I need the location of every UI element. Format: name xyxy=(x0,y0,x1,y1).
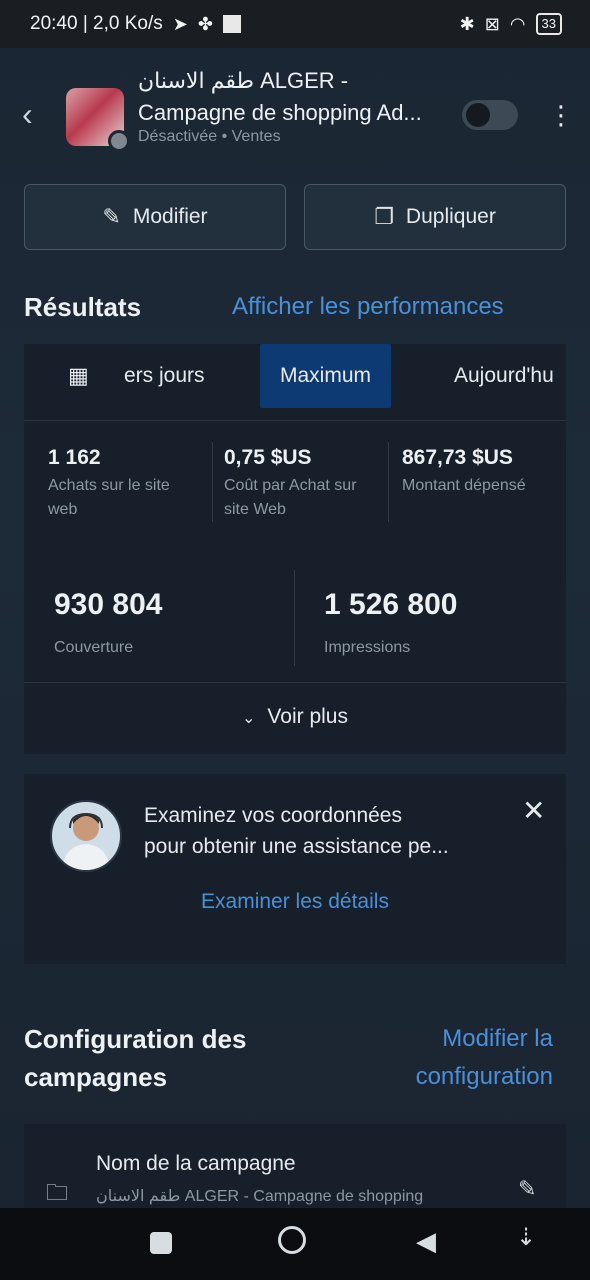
tab-today[interactable]: Aujourd'hu xyxy=(454,344,554,408)
campaign-name-row[interactable]: 🗀 Nom de la campagne طقم الاسنان ALGER -… xyxy=(24,1124,566,1214)
campaign-title-line1: طقم الاسنان ALGER - xyxy=(138,68,349,93)
back-nav-icon[interactable]: ◀ xyxy=(416,1228,436,1254)
results-card: ▦ ers jours Maximum Aujourd'hu 1 162 Ach… xyxy=(24,344,566,754)
duplicate-button[interactable]: ❐ Dupliquer xyxy=(304,184,566,250)
support-agent-avatar xyxy=(50,800,122,872)
pencil-icon[interactable]: ✎ xyxy=(518,1176,536,1202)
home-icon[interactable] xyxy=(278,1226,306,1254)
support-agent-icon xyxy=(62,812,110,870)
recent-apps-icon[interactable] xyxy=(150,1232,172,1254)
edit-button-label: Modifier xyxy=(132,205,208,228)
calendar-icon[interactable]: ▦ xyxy=(68,344,89,408)
campaign-toggle[interactable] xyxy=(462,100,518,130)
battery-icon: 33 xyxy=(535,13,562,35)
telegram-icon: ➤ xyxy=(172,14,188,34)
edit-button[interactable]: ✎ Modifier xyxy=(24,184,286,250)
show-performance-link[interactable]: Afficher les performances xyxy=(232,293,504,321)
campaign-status: Désactivée • Ventes xyxy=(138,128,281,145)
metric-label: Achats sur le site web xyxy=(48,477,170,518)
impressions-label: Impressions xyxy=(324,639,411,656)
metric-value: 867,73 $US xyxy=(402,446,513,469)
divider xyxy=(388,442,389,522)
config-title: Configuration des campagnes xyxy=(24,1024,247,1092)
more-options-icon[interactable]: ⋮ xyxy=(548,102,574,128)
see-more-label: Voir plus xyxy=(267,705,348,728)
assistance-message: Examinez vos coordonnées pour obtenir une… xyxy=(144,804,449,858)
divider xyxy=(24,682,566,683)
duplicate-button-label: Dupliquer xyxy=(405,205,496,228)
campaign-header: ‹ طقم الاسنان ALGER - Campagne de shoppi… xyxy=(0,60,590,160)
impressions-value: 1 526 800 xyxy=(324,588,458,621)
campaign-name-label: Nom de la campagne xyxy=(96,1152,296,1175)
metric-value: 1 162 xyxy=(48,446,101,469)
wifi-icon: ◠ xyxy=(509,14,526,34)
campaign-title-line2: Campagne de shopping Ad... xyxy=(138,100,422,125)
pencil-icon: ✎ xyxy=(102,204,121,229)
results-title: Résultats xyxy=(24,292,142,322)
assistance-card: Examinez vos coordonnées pour obtenir une… xyxy=(24,774,566,964)
tab-maximum[interactable]: Maximum xyxy=(260,344,392,408)
divider xyxy=(294,570,295,666)
reach-value: 930 804 xyxy=(54,588,163,621)
reach-label: Couverture xyxy=(54,639,134,656)
close-icon[interactable]: ✕ xyxy=(522,794,545,827)
system-nav-bar: ◀ ⇣ xyxy=(0,1208,590,1280)
date-range-tabs: ▦ ers jours Maximum Aujourd'hu xyxy=(24,344,566,421)
see-more-button[interactable]: ⌄ Voir plus xyxy=(24,705,566,729)
campaign-name-value: طقم الاسنان ALGER - Campagne de shopping xyxy=(96,1188,424,1205)
back-icon[interactable]: ‹ xyxy=(22,98,33,130)
chevron-down-icon: ⌄ xyxy=(242,710,256,727)
copy-icon: ❐ xyxy=(374,204,394,229)
status-bar: 20:40 | 2,0 Ko/s ➤ ✤ ✱ ⊠ ◠ 33 xyxy=(0,0,590,48)
edit-config-link[interactable]: Modifier la configuration xyxy=(416,1020,553,1096)
tab-last-days[interactable]: ers jours xyxy=(124,344,205,408)
toggle-knob xyxy=(466,103,490,127)
metric-value: 0,75 $US xyxy=(224,446,312,469)
metric-label: Coût par Achat sur site Web xyxy=(224,477,357,518)
bluetooth-icon: ✱ xyxy=(459,14,475,34)
review-details-link[interactable]: Examiner les détails xyxy=(24,890,566,914)
status-dot xyxy=(108,130,130,152)
sim-icon: ⊠ xyxy=(484,14,500,34)
metric-label: Montant dépensé xyxy=(402,477,526,494)
notification-icon xyxy=(222,15,241,33)
gamepad-icon: ✤ xyxy=(197,14,213,34)
status-time: 20:40 | 2,0 Ko/s xyxy=(30,13,163,34)
divider xyxy=(212,442,213,522)
expand-down-icon[interactable]: ⇣ xyxy=(516,1226,536,1250)
